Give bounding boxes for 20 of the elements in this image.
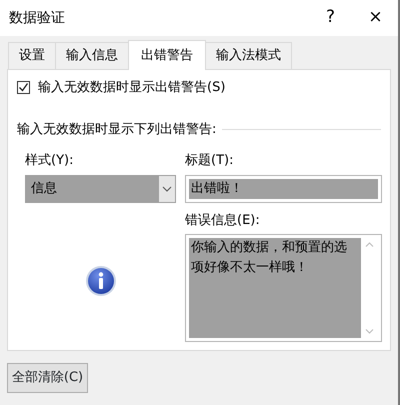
checkbox[interactable] [17,81,30,94]
field-label: 样式(Y): [25,152,74,170]
title-field[interactable]: 出错啦！ [185,174,382,202]
field-label: 标题(T): [185,152,234,170]
scroll-down-icon[interactable] [365,329,374,334]
close-button[interactable]: × [353,5,398,31]
tab[interactable]: 设置 [8,42,56,69]
message-field[interactable]: 你输入的数据，和预置的选项好像不太一样哦！ [185,234,382,342]
info-icon [84,264,116,296]
field-label: 错误信息(E): [185,212,261,230]
checkbox-label: 输入无效数据时显示出错警告(S) [38,79,226,97]
scroll-up-icon[interactable] [365,242,374,247]
help-button[interactable]: ? [308,5,353,31]
chevron-down-icon [162,186,172,192]
style-dropdown[interactable]: 信息 [25,174,176,202]
group-label: 输入无效数据时显示下列出错警告: [17,120,216,138]
tab[interactable]: 输入法模式 [205,42,292,69]
window-title: 数据验证 [9,8,66,28]
tab[interactable]: 出错警告 [128,40,206,70]
clear-all-button[interactable]: 全部清除(C) [7,363,88,393]
